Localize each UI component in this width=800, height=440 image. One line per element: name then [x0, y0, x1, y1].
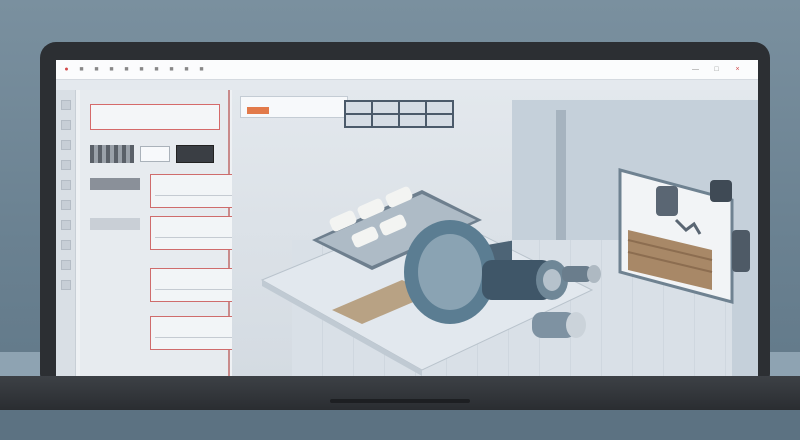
- spindle: [543, 269, 561, 291]
- cup-tall: [732, 230, 750, 272]
- machine-face: [418, 234, 482, 310]
- divider: [155, 195, 237, 196]
- tool-button[interactable]: [61, 140, 71, 150]
- camera-preview[interactable]: [176, 145, 214, 163]
- top-toolbar: ● ■ ■ ■ ■ ■ ■ ■ ■ ■ — □ ×: [56, 60, 758, 80]
- divider: [155, 237, 237, 238]
- toolbar-button[interactable]: ■: [107, 65, 116, 74]
- divider: [155, 289, 237, 290]
- toolbar-button[interactable]: ■: [167, 65, 176, 74]
- close-icon[interactable]: ●: [62, 65, 71, 74]
- toolbar-button[interactable]: ■: [77, 65, 86, 74]
- tool-button[interactable]: [61, 260, 71, 270]
- toolbar-button[interactable]: ■: [197, 65, 206, 74]
- property-card[interactable]: [150, 316, 244, 350]
- property-card[interactable]: [150, 174, 244, 208]
- tool-button[interactable]: [61, 180, 71, 190]
- tool-button[interactable]: [61, 200, 71, 210]
- toolbar-button[interactable]: ■: [152, 65, 161, 74]
- layer-swatch[interactable]: [90, 218, 140, 230]
- tool-button[interactable]: [61, 240, 71, 250]
- panel-header[interactable]: [90, 104, 220, 130]
- 3d-viewport[interactable]: [232, 90, 758, 376]
- divider: [155, 337, 237, 338]
- toolbar-button[interactable]: ■: [182, 65, 191, 74]
- tool-strip: [56, 90, 76, 376]
- properties-panel: [80, 90, 244, 376]
- cup-small: [710, 180, 732, 202]
- preview-row: [90, 144, 220, 164]
- cup-large: [656, 186, 678, 216]
- laptop-screen: ● ■ ■ ■ ■ ■ ■ ■ ■ ■ — □ ×: [56, 60, 758, 376]
- toolbar-button[interactable]: ■: [92, 65, 101, 74]
- motor-cap: [566, 312, 586, 338]
- nozzle-tip: [587, 265, 601, 283]
- texture-preview[interactable]: [90, 145, 134, 163]
- tool-button[interactable]: [61, 280, 71, 290]
- close-icon[interactable]: ×: [733, 65, 742, 74]
- toolbar-right-group: — □ ×: [691, 65, 748, 74]
- maximize-icon[interactable]: □: [712, 65, 721, 74]
- tool-button[interactable]: [61, 100, 71, 110]
- layer-swatch[interactable]: [90, 178, 140, 190]
- tool-button[interactable]: [61, 220, 71, 230]
- laptop-hinge: [330, 399, 470, 403]
- sub-toolbar: [56, 80, 758, 90]
- property-card[interactable]: [150, 268, 244, 302]
- minimize-icon[interactable]: —: [691, 65, 700, 74]
- mini-window-preview[interactable]: [140, 146, 170, 162]
- toolbar-button[interactable]: ■: [122, 65, 131, 74]
- property-card[interactable]: [150, 216, 244, 250]
- machine-illustration: [260, 168, 750, 376]
- tool-button[interactable]: [61, 160, 71, 170]
- tool-button[interactable]: [61, 120, 71, 130]
- toolbar-button[interactable]: ■: [137, 65, 146, 74]
- laptop-base: [0, 376, 800, 410]
